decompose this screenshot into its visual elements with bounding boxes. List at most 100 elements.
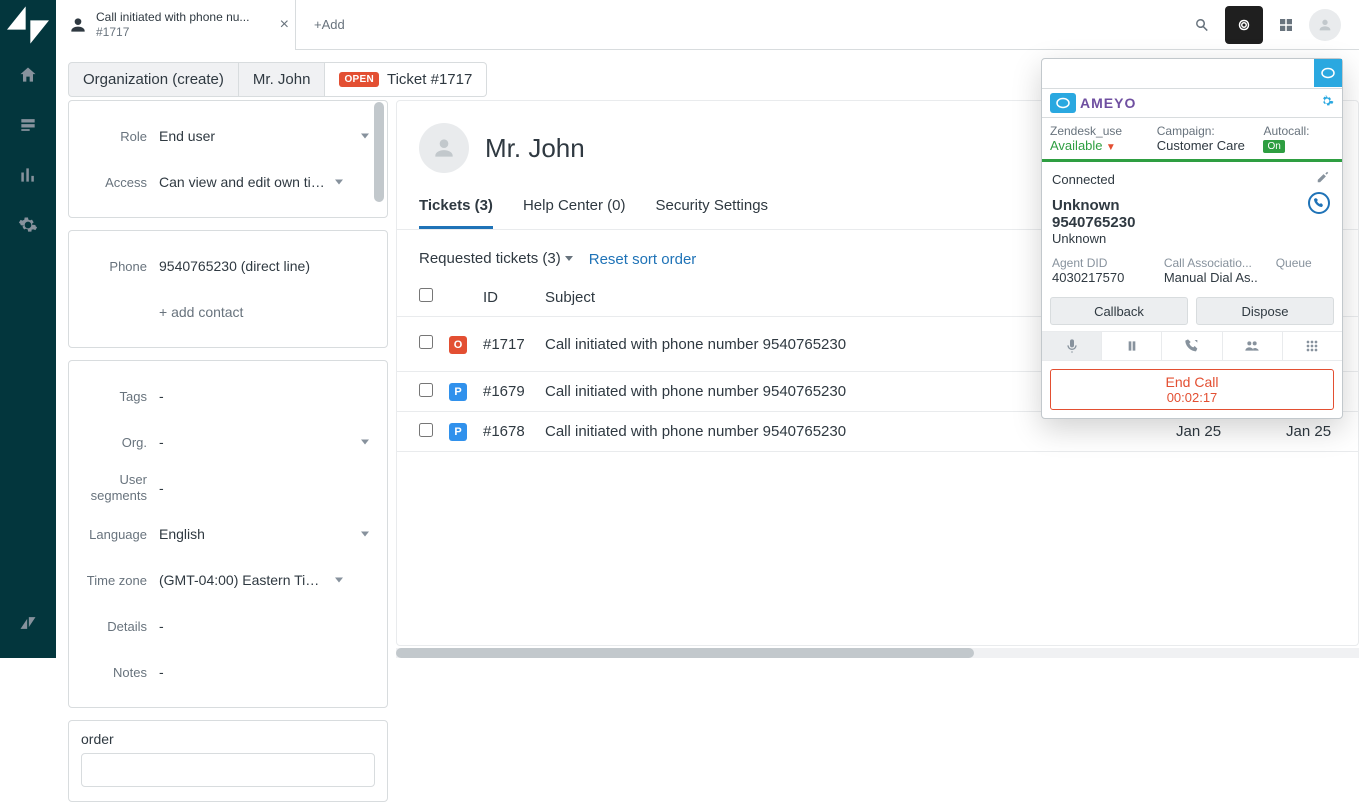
language-select[interactable]: English: [159, 526, 375, 542]
filter-label[interactable]: Requested tickets (3): [419, 250, 561, 267]
horizontal-scrollbar[interactable]: [396, 648, 1359, 658]
dialpad-icon[interactable]: [1283, 332, 1342, 360]
crumb-ticket-label: Ticket #1717: [387, 71, 472, 88]
ameyo-logo: AMEYO: [1050, 93, 1136, 113]
details-value[interactable]: -: [159, 618, 375, 634]
campaign-label: Campaign:: [1157, 124, 1258, 138]
crumb-organization[interactable]: Organization (create): [68, 62, 239, 97]
phone-value: 9540765230 (direct line): [159, 258, 375, 274]
status-pending-icon: P: [449, 423, 467, 441]
conference-icon[interactable]: [1223, 332, 1283, 360]
assoc-value: Manual Dial As...: [1164, 270, 1258, 285]
cell-id: #1679: [475, 372, 537, 412]
status-open-icon: O: [449, 336, 467, 354]
tab-tickets[interactable]: Tickets (3): [419, 191, 493, 229]
status-caret-icon[interactable]: ▼: [1106, 142, 1116, 153]
transfer-icon[interactable]: [1162, 332, 1222, 360]
queue-label: Queue: [1276, 256, 1332, 270]
breadcrumb: Organization (create) Mr. John OPEN Tick…: [68, 62, 487, 97]
mute-icon[interactable]: [1042, 332, 1102, 360]
tags-label: Tags: [69, 389, 159, 404]
tab-ticket[interactable]: Call initiated with phone nu... #1717 ×: [56, 0, 296, 50]
dispose-button[interactable]: Dispose: [1196, 297, 1334, 325]
edit-icon[interactable]: [1316, 170, 1330, 189]
tab-close-icon[interactable]: ×: [280, 16, 289, 34]
org-select[interactable]: -: [159, 434, 375, 450]
reporting-icon[interactable]: [0, 150, 56, 200]
ameyo-app-icon[interactable]: [1225, 6, 1263, 44]
autocall-label: Autocall:: [1263, 124, 1334, 138]
user-icon: [68, 15, 88, 35]
callback-button[interactable]: Callback: [1050, 297, 1188, 325]
order-label: order: [69, 731, 387, 747]
admin-icon[interactable]: [0, 200, 56, 250]
access-select[interactable]: Can view and edit own tick...: [159, 174, 349, 190]
zendesk-logo: [0, 0, 56, 50]
tab-title: Call initiated with phone nu...: [96, 10, 249, 24]
phone-label: Phone: [69, 259, 159, 274]
order-input[interactable]: [81, 753, 375, 787]
cell-subject: Call initiated with phone number: [545, 423, 758, 440]
access-label: Access: [69, 175, 159, 190]
cell-id: #1678: [475, 412, 537, 452]
timezone-select[interactable]: (GMT-04:00) Eastern Time (...: [159, 572, 349, 588]
topbar: Call initiated with phone nu... #1717 × …: [56, 0, 1359, 50]
views-icon[interactable]: [0, 100, 56, 150]
segments-value: -: [159, 480, 375, 496]
org-label: Org.: [69, 435, 159, 450]
cell-phone: 9540765230: [763, 423, 846, 440]
tab-security[interactable]: Security Settings: [655, 191, 768, 229]
zendesk-brand-icon[interactable]: [0, 598, 56, 648]
end-call-label: End Call: [1051, 374, 1333, 390]
crumb-ticket[interactable]: OPEN Ticket #1717: [325, 62, 487, 97]
did-label: Agent DID: [1052, 256, 1146, 270]
agent-status-select[interactable]: Available: [1050, 138, 1103, 153]
search-icon[interactable]: [1183, 6, 1221, 44]
role-label: Role: [69, 129, 159, 144]
caller-name: Unknown: [1052, 197, 1332, 214]
profile-avatar[interactable]: [1309, 9, 1341, 41]
add-tab-label: Add: [322, 17, 345, 32]
ameyo-brand-text: AMEYO: [1080, 95, 1136, 111]
row-checkbox[interactable]: [419, 335, 433, 349]
call-state-label: Connected: [1052, 172, 1332, 187]
campaign-value: Customer Care: [1157, 138, 1258, 153]
reset-sort-link[interactable]: Reset sort order: [589, 251, 697, 268]
settings-icon[interactable]: [1320, 94, 1334, 113]
add-contact-link[interactable]: + add contact: [159, 304, 243, 320]
global-sidebar: [0, 0, 56, 658]
ameyo-corner-icon[interactable]: [1314, 59, 1342, 87]
select-all-checkbox[interactable]: [419, 288, 433, 302]
chevron-down-icon[interactable]: [565, 256, 573, 261]
cell-subject: Call initiated with phone number: [545, 383, 758, 400]
col-id[interactable]: ID: [475, 278, 537, 317]
caller-number: 9540765230: [1052, 214, 1332, 231]
notes-label: Notes: [69, 665, 159, 680]
notes-value[interactable]: -: [159, 664, 375, 680]
tab-help-center[interactable]: Help Center (0): [523, 191, 626, 229]
left-panel-scrollbar[interactable]: [374, 102, 384, 202]
segments-label: User segments: [69, 472, 159, 503]
call-indicator-icon: [1308, 192, 1330, 214]
end-call-button[interactable]: End Call 00:02:17: [1050, 369, 1334, 410]
user-avatar: [419, 123, 469, 173]
apps-icon[interactable]: [1267, 6, 1305, 44]
did-value: 4030217570: [1052, 270, 1146, 285]
row-checkbox[interactable]: [419, 383, 433, 397]
cell-phone: 9540765230: [763, 383, 846, 400]
add-tab-button[interactable]: + Add: [296, 0, 363, 50]
timezone-label: Time zone: [69, 573, 159, 588]
assoc-label: Call Associatio...: [1164, 256, 1258, 270]
row-checkbox[interactable]: [419, 423, 433, 437]
tab-subtitle: #1717: [96, 25, 249, 39]
cell-phone: 9540765230: [763, 336, 846, 353]
tags-value[interactable]: -: [159, 388, 375, 404]
role-select[interactable]: End user: [159, 128, 375, 144]
autocall-toggle[interactable]: On: [1263, 140, 1284, 153]
details-label: Details: [69, 619, 159, 634]
cell-id: #1717: [475, 317, 537, 372]
user-properties-panel: Role End user Access Can view and edit o…: [68, 100, 388, 658]
home-icon[interactable]: [0, 50, 56, 100]
crumb-user[interactable]: Mr. John: [239, 62, 326, 97]
hold-icon[interactable]: [1102, 332, 1162, 360]
